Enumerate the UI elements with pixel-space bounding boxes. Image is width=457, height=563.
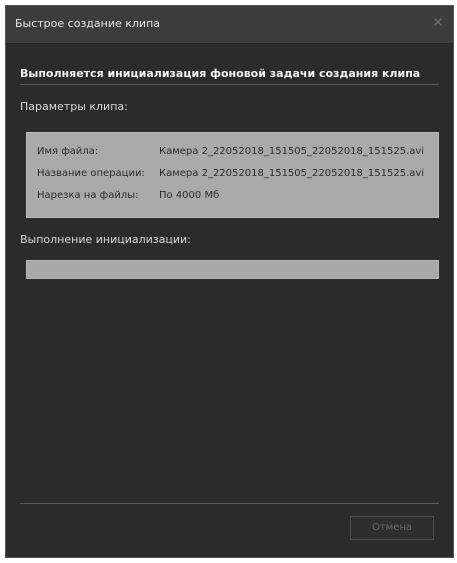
status-heading: Выполняется инициализация фоновой задачи… xyxy=(20,67,421,80)
close-icon[interactable]: ✕ xyxy=(429,14,447,32)
param-value: Камера 2_22052018_151505_22052018_151525… xyxy=(159,146,425,157)
clip-params-label: Параметры клипа: xyxy=(20,100,128,113)
footer-divider xyxy=(20,503,439,504)
cancel-button[interactable]: Отмена xyxy=(350,516,434,540)
clip-params-panel: Имя файла: Камера 2_22052018_151505_2205… xyxy=(26,132,439,218)
heading-divider xyxy=(20,84,439,85)
init-progress-label: Выполнение инициализации: xyxy=(20,233,191,246)
clip-dialog: Быстрое создание клипа ✕ Выполняется ини… xyxy=(5,5,454,558)
param-key: Нарезка на файлы: xyxy=(37,190,139,201)
param-key: Название операции: xyxy=(37,168,145,179)
dialog-title: Быстрое создание клипа xyxy=(15,17,160,30)
param-key: Имя файла: xyxy=(37,146,99,157)
init-progress-bar xyxy=(26,260,439,279)
param-value: Камера 2_22052018_151505_22052018_151525… xyxy=(159,168,425,179)
param-value: По 4000 Мб xyxy=(159,190,220,201)
title-bar[interactable]: Быстрое создание клипа ✕ xyxy=(6,6,453,44)
